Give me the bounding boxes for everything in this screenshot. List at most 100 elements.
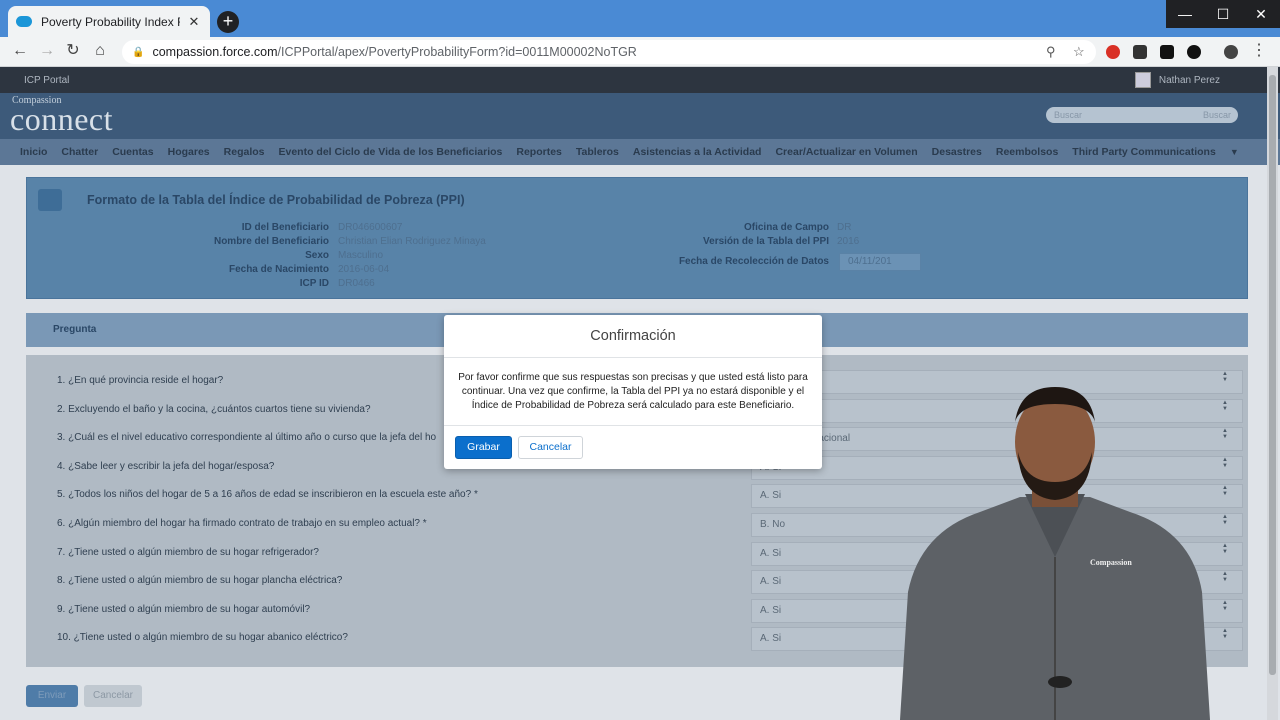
browser-titlebar: Poverty Probability Index Form - ✕ + — ☐… <box>0 0 1280 37</box>
question-text: 4. ¿Sabe leer y escribir la jefa del hog… <box>57 460 275 472</box>
avatar <box>1134 72 1151 88</box>
menu-kebab-icon[interactable]: ⋮ <box>1249 41 1269 61</box>
question-text: 6. ¿Algún miembro del hogar ha firmado c… <box>57 518 427 529</box>
form-icon <box>38 189 62 211</box>
window-controls: — ☐ ✕ <box>1166 0 1280 28</box>
back-arrow-icon[interactable]: ← <box>10 41 30 61</box>
maximize-icon[interactable]: ☐ <box>1204 0 1242 28</box>
answer-value: A. Si <box>760 547 782 559</box>
scrollbar[interactable] <box>1267 67 1278 720</box>
menu-item[interactable]: Evento del Ciclo de Vida de los Benefici… <box>279 146 503 158</box>
close-icon[interactable]: ✕ <box>186 14 202 30</box>
scrollbar-thumb[interactable] <box>1269 75 1276 675</box>
field-label: ID del Beneficiario <box>241 222 329 233</box>
square-extension-icon[interactable] <box>1160 45 1174 59</box>
lock-icon: 🔒 <box>132 46 145 58</box>
page-title: Formato de la Tabla del Índice de Probab… <box>87 193 465 207</box>
cancel-button[interactable]: Cancelar <box>84 685 142 707</box>
home-icon[interactable]: ⌂ <box>90 41 110 61</box>
question-text: 8. ¿Tiene usted o algún miembro de su ho… <box>57 575 343 587</box>
logo: connect <box>10 101 113 137</box>
search-button[interactable]: Buscar <box>1203 107 1231 123</box>
browser-tab[interactable]: Poverty Probability Index Form - ✕ <box>8 6 210 37</box>
select-arrows-icon: ▲▼ <box>1222 599 1228 612</box>
beneficiary-info-panel: Formato de la Tabla del Índice de Probab… <box>26 177 1248 299</box>
select-arrows-icon: ▲▼ <box>1222 456 1228 469</box>
user-name: Nathan Perez <box>1158 74 1220 86</box>
modal-cancel-button[interactable]: Cancelar <box>518 436 583 459</box>
url-host: compassion.force.com <box>152 45 278 59</box>
field-label: Oficina de Campo <box>743 222 829 233</box>
menu-item[interactable]: Crear/Actualizar en Volumen <box>775 146 917 158</box>
field-value: 2016-06-04 <box>338 264 390 275</box>
select-arrows-icon: ▲▼ <box>1222 571 1228 584</box>
field-label: Fecha de Nacimiento <box>228 264 329 275</box>
field-label: Fecha de Recolección de Datos <box>678 256 829 267</box>
select-arrows-icon: ▲▼ <box>1222 628 1228 641</box>
answer-value: A. Si <box>760 576 782 588</box>
date-input[interactable]: 04/11/201 <box>839 253 921 271</box>
field-label: Nombre del Beneficiario <box>213 236 329 247</box>
shirt-logo: Compassion <box>1090 558 1132 567</box>
field-value: Christian Elian Rodriguez Minaya <box>338 236 486 247</box>
question-text: 10. ¿Tiene usted o algún miembro de su h… <box>57 632 348 644</box>
main-menu: Inicio Chatter Cuentas Hogares Regalos E… <box>0 139 1280 165</box>
menu-item[interactable]: Desastres <box>932 146 982 158</box>
menu-item[interactable]: Inicio <box>20 146 47 158</box>
menu-item[interactable]: Cuentas <box>112 146 153 158</box>
menu-item[interactable]: Third Party Communications <box>1072 146 1216 158</box>
new-tab-button[interactable]: + <box>217 11 239 33</box>
bookmark-star-icon[interactable]: ☆ <box>1073 44 1085 60</box>
window-close-icon[interactable]: ✕ <box>1242 0 1280 28</box>
question-text: 1. ¿En qué provincia reside el hogar? <box>57 375 224 386</box>
menu-item[interactable]: Regalos <box>224 146 265 158</box>
url-path: /ICPPortal/apex/PovertyProbabilityForm?i… <box>277 45 637 59</box>
answer-value: A. Si <box>760 490 782 502</box>
forward-arrow-icon[interactable]: → <box>37 41 57 61</box>
user-menu[interactable]: Nathan Perez <box>1134 72 1220 88</box>
menu-item[interactable]: Reportes <box>516 146 562 158</box>
modal-title: Confirmación <box>444 315 822 358</box>
field-value: 2016 <box>837 236 860 247</box>
menu-item[interactable]: Hogares <box>168 146 210 158</box>
submit-button[interactable]: Enviar <box>26 685 78 707</box>
menu-item[interactable]: Chatter <box>61 146 98 158</box>
circle-extension-icon[interactable] <box>1187 45 1201 59</box>
select-arrows-icon: ▲▼ <box>1222 542 1228 555</box>
address-bar[interactable]: 🔒 compassion.force.com /ICPPortal/apex/P… <box>122 40 1096 64</box>
google-plus-extension-icon[interactable] <box>1106 45 1120 59</box>
minimize-icon[interactable]: — <box>1166 0 1204 28</box>
field-value: Masculino <box>338 250 384 261</box>
question-text: 7. ¿Tiene usted o algún miembro de su ho… <box>57 546 319 558</box>
select-arrows-icon: ▲▼ <box>1222 428 1228 441</box>
zoom-icon[interactable]: ⚲ <box>1046 44 1056 60</box>
confirmation-modal: Confirmación Por favor confirme que sus … <box>444 315 822 469</box>
field-value: DR0466 <box>338 278 375 289</box>
modal-body: Por favor confirme que sus respuestas so… <box>444 358 822 426</box>
answer-value: A. Si <box>760 604 782 616</box>
field-label: ICP ID <box>299 278 329 289</box>
question-text: 2. Excluyendo el baño y la cocina, ¿cuán… <box>57 403 371 415</box>
question-text: 3. ¿Cuál es el nivel educativo correspon… <box>57 432 437 444</box>
reload-icon[interactable]: ↻ <box>63 41 83 61</box>
field-label: Versión de la Tabla del PPI <box>703 236 829 247</box>
column-header: Pregunta <box>53 324 97 335</box>
select-arrows-icon: ▲▼ <box>1222 399 1228 412</box>
save-button[interactable]: Grabar <box>455 436 512 459</box>
select-arrows-icon: ▲▼ <box>1222 485 1228 498</box>
question-text: 5. ¿Todos los niños del hogar de 5 a 16 … <box>57 489 478 501</box>
menu-item[interactable]: Tableros <box>576 146 619 158</box>
browser-toolbar: ← → ↻ ⌂ 🔒 compassion.force.com /ICPPorta… <box>0 37 1280 67</box>
field-label: Sexo <box>305 250 329 261</box>
answer-value: A. Si <box>760 633 782 645</box>
question-text: 9. ¿Tiene usted o algún miembro de su ho… <box>57 603 311 615</box>
portal-header: Compassion connect Buscar Buscar <box>0 93 1280 139</box>
profile-avatar-icon[interactable] <box>1224 45 1238 59</box>
menu-item[interactable]: Asistencias a la Actividad <box>633 146 762 158</box>
answer-value: B. No <box>760 519 786 530</box>
portal-name[interactable]: ICP Portal <box>24 75 69 86</box>
menu-item[interactable]: Reembolsos <box>996 146 1058 158</box>
presenter-video-overlay: Compassion <box>900 387 1210 720</box>
chevron-down-icon[interactable]: ▼ <box>1230 147 1239 157</box>
mail-extension-icon[interactable] <box>1133 45 1147 59</box>
